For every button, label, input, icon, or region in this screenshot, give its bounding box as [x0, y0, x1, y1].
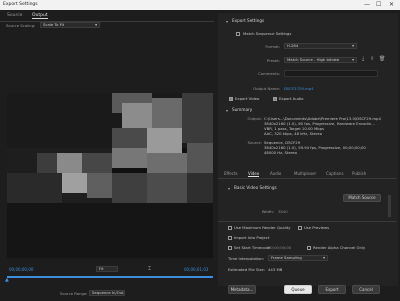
- match-sequence-label: Match Sequence Settings: [243, 31, 292, 36]
- summary-output-line: AAC, 320 kbps, 48 kHz, Stereo: [264, 131, 323, 136]
- max-render-quality-label: Use Maximum Render Quality: [234, 225, 291, 230]
- comments-label: Comments:: [258, 71, 280, 76]
- set-start-timecode-checkbox[interactable]: [228, 246, 232, 250]
- source-scaling-dropdown[interactable]: Scale To Fit ▾: [40, 22, 100, 28]
- collapse-icon[interactable]: ▾: [226, 19, 228, 24]
- close-icon[interactable]: ✕: [389, 1, 394, 9]
- output-name-link[interactable]: DSCF2729.mp4: [284, 86, 314, 91]
- tab-publish[interactable]: Publish: [352, 171, 366, 176]
- export-button[interactable]: Export: [318, 285, 346, 294]
- timeline-bar: 00;00;00;00 Fit ⌶ 00;00;01;03 ▲: [0, 263, 214, 287]
- file-size-value: 443 MB: [268, 267, 283, 272]
- set-start-timecode-label: Set Start Timecode: [234, 245, 271, 250]
- summary-output-label: Output:: [247, 116, 262, 121]
- output-name-label: Output Name:: [253, 86, 280, 91]
- title-bar: Export Settings — ☐ ✕: [0, 0, 400, 10]
- source-range-value: Sequence In/Out: [92, 290, 124, 295]
- chevron-down-icon: ▾: [323, 255, 325, 260]
- tab-audio[interactable]: Audio: [270, 171, 281, 176]
- export-video-label: Export Video: [235, 96, 260, 101]
- use-previews-checkbox[interactable]: [298, 226, 302, 230]
- format-dropdown[interactable]: H.264 ▾: [284, 43, 357, 49]
- time-interpolation-dropdown[interactable]: Frame Sampling ▾: [268, 255, 328, 261]
- summary-header: Summary: [232, 107, 253, 112]
- source-range-label: Source Range:: [60, 291, 88, 296]
- tabs-divider: [218, 178, 396, 179]
- source-scaling-value: Scale To Fit: [43, 22, 65, 27]
- file-size-label: Estimated File Size:: [228, 267, 266, 272]
- format-value: H.264: [287, 43, 299, 48]
- export-video-checkbox[interactable]: [229, 97, 233, 101]
- time-interpolation-label: Time Interpolation:: [228, 256, 265, 261]
- queue-button[interactable]: Queue: [284, 285, 312, 294]
- timecode-in[interactable]: 00;00;00;00: [9, 267, 33, 272]
- import-preset-icon[interactable]: ⇪: [370, 56, 374, 62]
- delete-preset-icon[interactable]: 🗑: [379, 56, 385, 62]
- scrollbar[interactable]: [388, 195, 391, 217]
- export-audio-checkbox[interactable]: [273, 97, 277, 101]
- export-audio-label: Export Audio: [279, 96, 304, 101]
- zoom-value: Fit: [99, 266, 104, 271]
- tab-effects[interactable]: Effects: [224, 171, 238, 176]
- import-into-project-checkbox[interactable]: [228, 236, 232, 240]
- basic-video-header: Basic Video Settings: [234, 185, 277, 190]
- time-interpolation-value: Frame Sampling: [271, 255, 302, 260]
- source-scaling-label: Source Scaling:: [6, 23, 36, 28]
- metadata-button[interactable]: Metadata...: [228, 285, 256, 294]
- render-alpha-label: Render Alpha Channel Only: [313, 245, 366, 250]
- max-render-quality-checkbox[interactable]: [228, 226, 232, 230]
- zoom-dropdown[interactable]: Fit: [96, 266, 118, 272]
- window-title: Export Settings: [3, 2, 38, 7]
- chevron-down-icon: ▾: [352, 43, 354, 48]
- preset-label: Preset:: [266, 58, 280, 63]
- width-label: Width:: [261, 209, 274, 214]
- use-previews-label: Use Previews: [304, 225, 330, 230]
- preset-value: Match Source - High bitrate: [287, 57, 340, 62]
- match-source-button[interactable]: Match Source: [343, 194, 381, 202]
- minimize-icon[interactable]: —: [364, 1, 370, 9]
- comments-input[interactable]: [284, 70, 378, 77]
- save-preset-icon[interactable]: ⤓: [362, 56, 364, 62]
- summary-source-line: 48000 Hz, Stereo: [264, 150, 297, 155]
- render-alpha-checkbox[interactable]: [307, 246, 311, 250]
- import-into-project-label: Import Into Project: [234, 235, 270, 240]
- format-label: Format:: [265, 44, 280, 49]
- preset-dropdown[interactable]: Match Source - High bitrate ▾: [284, 57, 357, 63]
- export-settings-header: Export Settings: [232, 18, 265, 23]
- maximize-icon[interactable]: ☐: [376, 1, 381, 9]
- chevron-down-icon: ▾: [352, 57, 354, 62]
- cancel-button[interactable]: Cancel: [352, 285, 380, 294]
- playhead-icon[interactable]: ▲: [5, 277, 9, 283]
- video-preview: [7, 93, 213, 258]
- mark-in-icon[interactable]: ⌶: [148, 266, 151, 272]
- tab-output[interactable]: Output: [32, 13, 48, 19]
- tab-captions[interactable]: Captions: [326, 171, 344, 176]
- tab-multiplexer[interactable]: Multiplexer: [294, 171, 316, 176]
- options-divider: [218, 221, 396, 222]
- width-value[interactable]: 3840: [278, 209, 288, 214]
- match-sequence-checkbox[interactable]: [236, 32, 240, 36]
- timecode-out[interactable]: 00;00;01;03: [184, 267, 208, 272]
- source-range-dropdown[interactable]: Sequence In/Out: [89, 290, 125, 296]
- summary-source-label: Source:: [247, 140, 262, 145]
- work-area-bar[interactable]: [7, 276, 213, 278]
- tab-source[interactable]: Source: [7, 13, 22, 18]
- collapse-icon[interactable]: ▾: [228, 186, 230, 191]
- collapse-icon[interactable]: ▾: [226, 108, 228, 113]
- chevron-down-icon: ▾: [95, 22, 97, 27]
- tab-divider: [0, 21, 214, 22]
- start-timecode-value[interactable]: 00;00;00;00: [268, 245, 291, 250]
- tab-video[interactable]: Video: [248, 171, 260, 177]
